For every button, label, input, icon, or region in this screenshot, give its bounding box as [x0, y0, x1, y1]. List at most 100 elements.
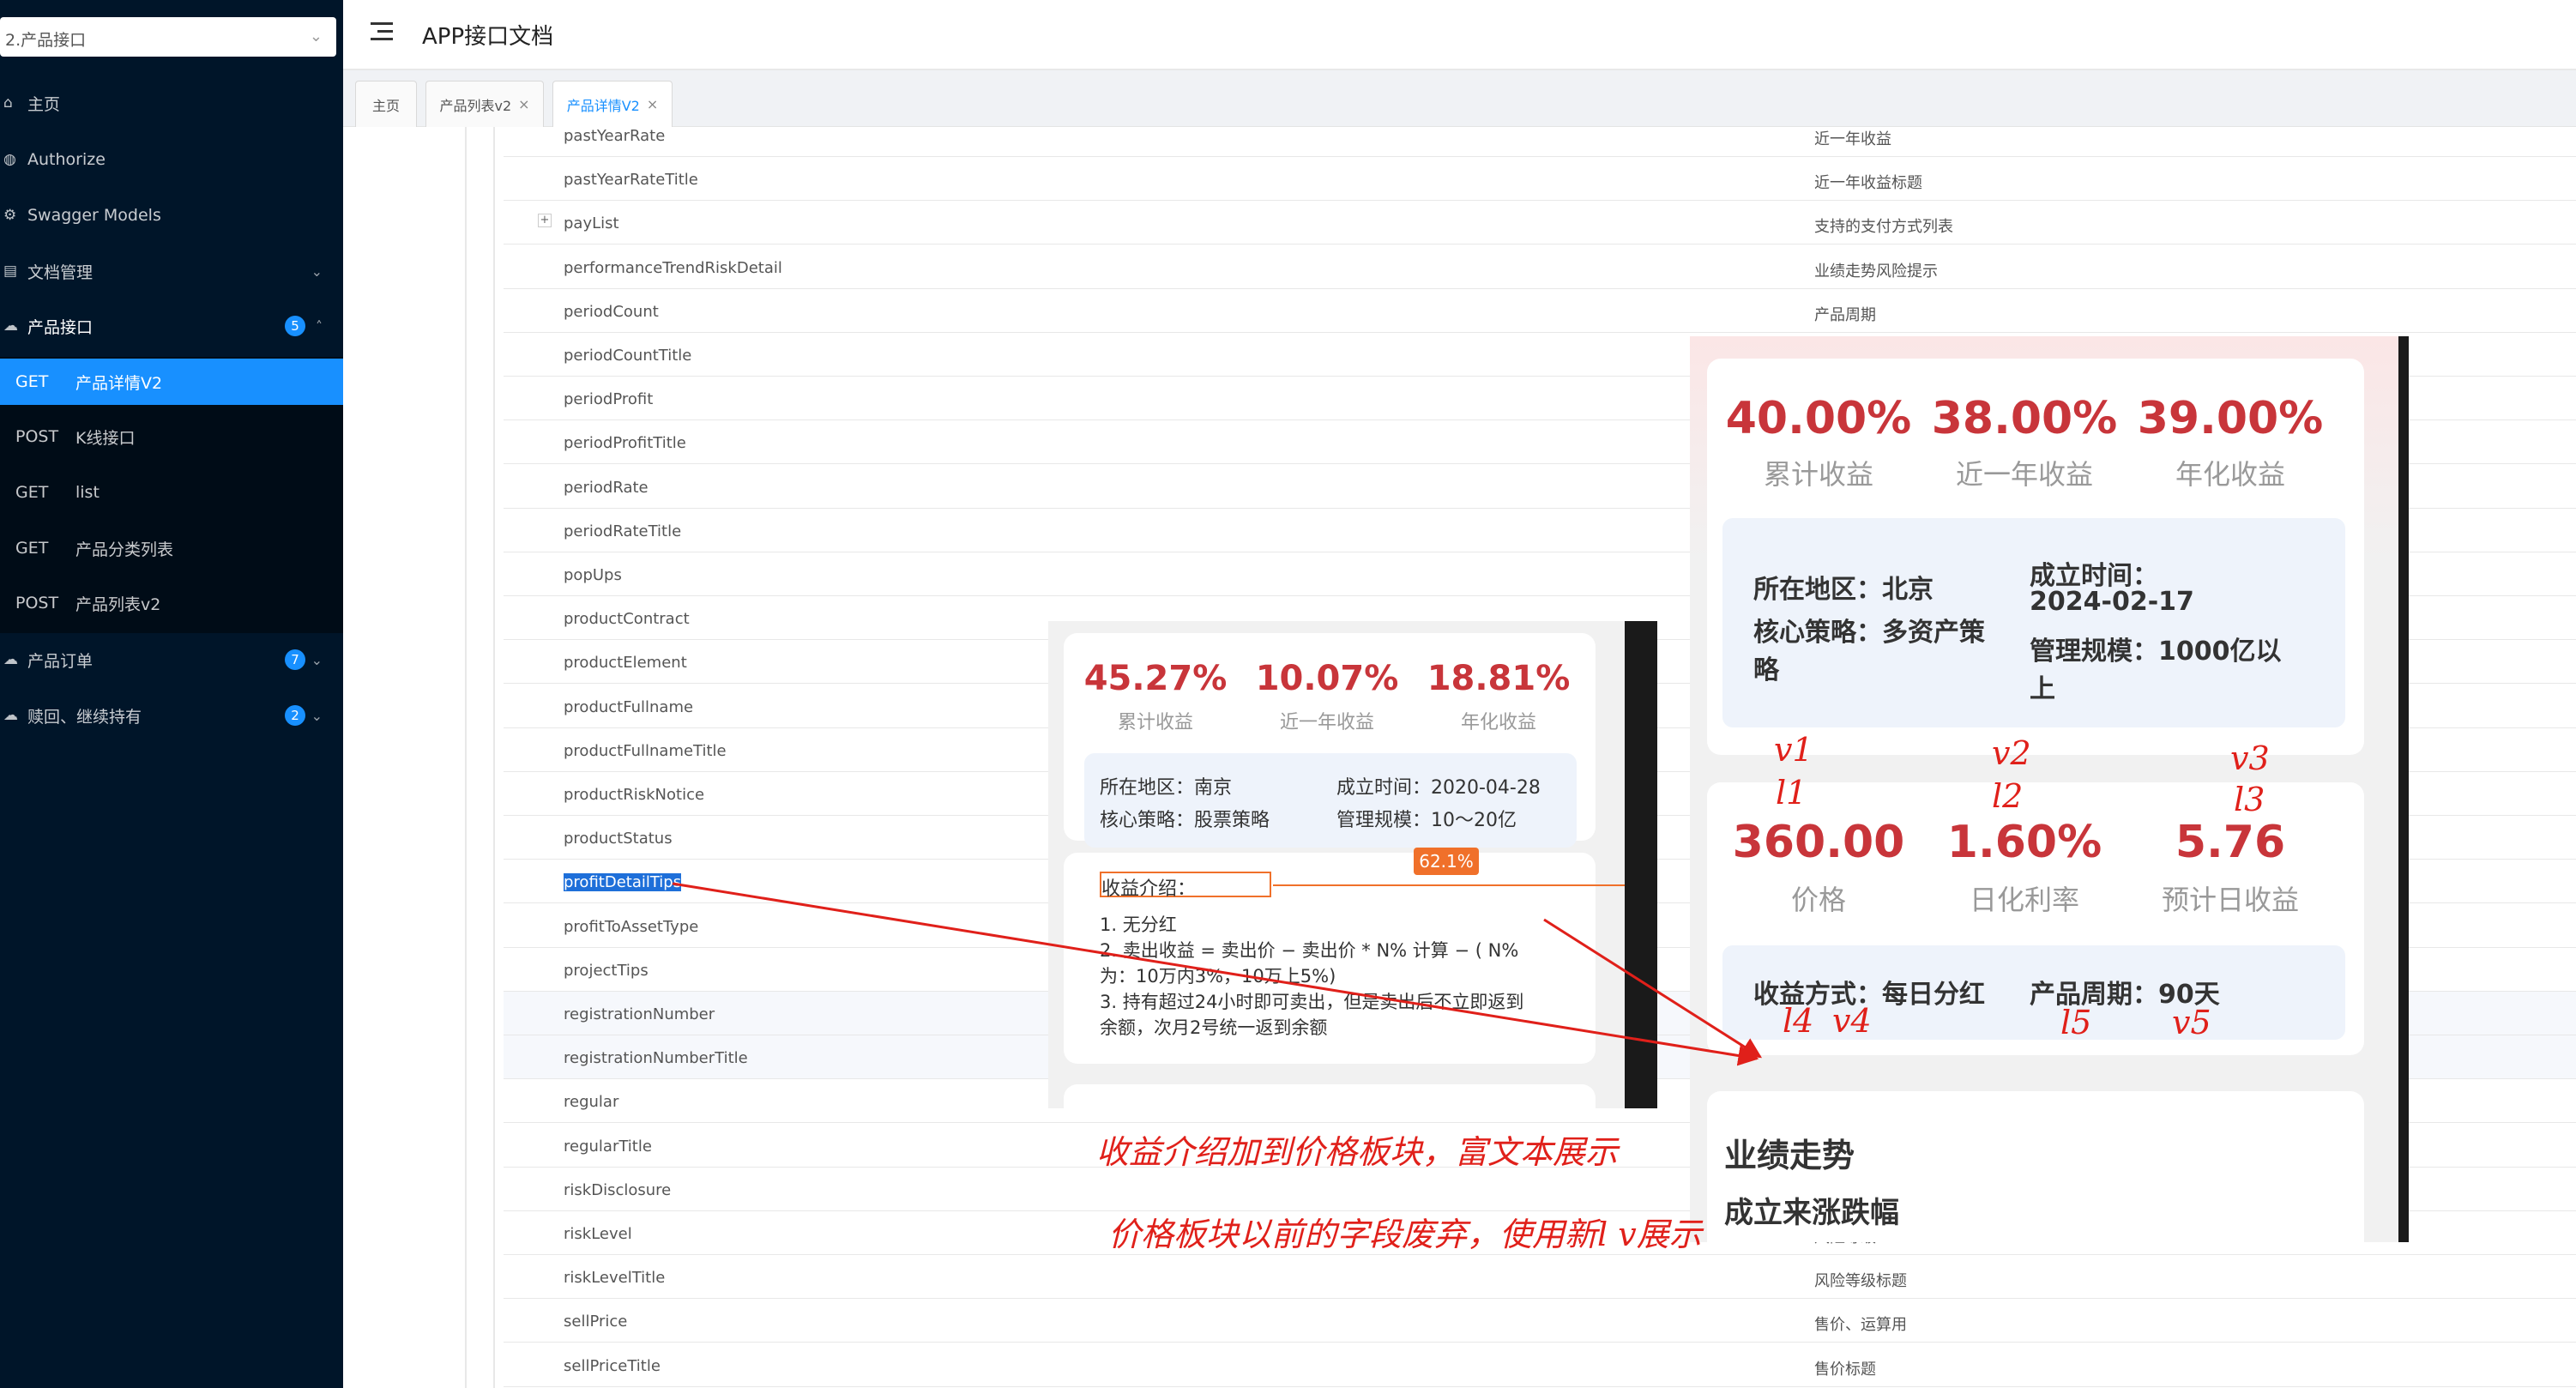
table-row[interactable]: riskLevelTitle风险等级标题s — [504, 1255, 2576, 1300]
param-description: 支持的支付方式列表 — [1814, 218, 1953, 237]
intro-line: 余额，次月2号统一返到余额 — [1100, 1017, 1328, 1038]
stat-value: 18.81% — [1427, 659, 1571, 698]
table-row[interactable]: pastYearRateTitle近一年收益标题s — [504, 157, 2576, 202]
tab-label: 主页 — [371, 97, 400, 114]
cloud-icon: ☁ — [3, 707, 18, 724]
expand-icon[interactable]: + — [538, 214, 552, 228]
table-row[interactable]: sellPriceTitle售价标题s — [504, 1343, 2576, 1387]
stat-label: 近一年收益 — [1955, 458, 2093, 491]
param-name: productRiskNotice — [564, 786, 705, 804]
param-name: profitDetailTips — [564, 873, 682, 892]
menu-label: 产品接口 — [27, 317, 94, 337]
tab-home[interactable]: 主页 — [355, 81, 417, 127]
submenu-label: 产品列表v2 — [75, 594, 161, 614]
param-description: 产品周期 — [1814, 305, 1876, 324]
annotation-l5: l5 — [2060, 1004, 2092, 1041]
submenu-label: 产品分类列表 — [75, 540, 174, 559]
stat-label: 近一年收益 — [1279, 712, 1374, 733]
close-icon[interactable]: × — [518, 96, 529, 112]
table-row[interactable]: +payList支持的支付方式列表a — [504, 201, 2576, 245]
sidebar: 2.产品接口 ⌄ ⌂ 主页 ◍ Authorize ⚙ Swagger Mode… — [0, 0, 343, 1388]
submenu-item-category-list[interactable]: GET 产品分类列表 — [0, 525, 343, 571]
scroll-edge — [2398, 336, 2409, 1242]
param-description: 风险等级标题 — [1814, 1272, 1907, 1291]
info-box — [1084, 753, 1577, 848]
menu-product-api[interactable]: ☁ 产品接口 5 ˄ — [0, 299, 343, 353]
menu-home[interactable]: ⌂ 主页 — [0, 75, 343, 130]
strategy-text: 核心策略：股票策略 — [1100, 810, 1270, 831]
submenu-item-list[interactable]: GET list — [0, 469, 343, 516]
price-label: 价格 — [1790, 884, 1846, 916]
param-name: regularTitle — [564, 1137, 652, 1156]
menu-label: 产品订单 — [27, 651, 94, 671]
count-badge: 2 — [285, 705, 305, 726]
intro-line: 2. 卖出收益 = 卖出价 − 卖出价 * N% 计算 − ( N% — [1100, 940, 1519, 961]
region-text: 所在地区：南京 — [1100, 777, 1233, 799]
authorize-icon: ◍ — [3, 151, 16, 168]
menu-docs[interactable]: ▤ 文档管理 ⌄ — [0, 244, 343, 299]
param-name: productFullname — [564, 697, 694, 716]
param-name: profitToAssetType — [564, 917, 699, 936]
intro-line: 为：10万内3%，10万上5%) — [1100, 966, 1336, 987]
trend-title: 业绩走势 — [1724, 1137, 1855, 1174]
menu-swagger-models[interactable]: ⚙ Swagger Models — [0, 188, 343, 243]
submenu-item-product-detail-v2[interactable]: GET 产品详情V2 — [0, 359, 343, 405]
stat-value: 10.07% — [1255, 659, 1399, 698]
param-name: periodRateTitle — [564, 522, 682, 540]
tab-label: 产品列表v2 — [439, 97, 512, 114]
menu-authorize[interactable]: ◍ Authorize — [0, 132, 343, 187]
tab-bar: 主页 产品列表v2 × 产品详情V2 × — [343, 70, 2576, 127]
annotation-note-1: 收益介绍加到价格板块，富文本展示 — [1096, 1133, 1619, 1171]
menu-redeem[interactable]: ☁ 赎回、继续持有 2 ⌄ — [0, 688, 343, 743]
tab-label: 产品详情V2 — [566, 97, 640, 114]
count-badge: 7 — [285, 649, 305, 670]
table-row[interactable]: sellPrice售价、运算用r — [504, 1299, 2576, 1343]
annotation-note-2: 价格板块以前的字段废弃，使用新l v展示 — [1108, 1216, 1702, 1253]
tab-product-list-v2[interactable]: 产品列表v2 × — [425, 81, 544, 127]
rate-value: 1.60% — [1946, 817, 2102, 868]
stat-value: 38.00% — [1931, 393, 2118, 444]
trend-subtitle: 成立来涨跌幅 — [1724, 1196, 1899, 1230]
stat-value: 39.00% — [2137, 393, 2324, 444]
param-name: periodCount — [564, 302, 659, 321]
scale-text-wrap: 上 — [2030, 674, 2055, 704]
stat-value: 40.00% — [1725, 393, 1912, 444]
founded-text: 成立时间：2020-04-28 — [1336, 777, 1541, 799]
models-icon: ⚙ — [3, 207, 17, 224]
table-row[interactable]: performanceTrendRiskDetail业绩走势风险提示s — [504, 245, 2576, 289]
tab-product-detail-v2[interactable]: 产品详情V2 × — [552, 81, 673, 127]
chevron-down-icon: ⌄ — [311, 651, 323, 668]
table-row[interactable]: pastYearRate近一年收益r — [504, 127, 2576, 157]
rate-label: 日化利率 — [1969, 884, 2079, 916]
param-name: regular — [564, 1093, 619, 1112]
http-method: POST — [15, 427, 59, 446]
next-card — [1064, 1084, 1596, 1108]
submenu-item-product-list-v2[interactable]: POST 产品列表v2 — [0, 580, 343, 626]
price-value: 360.00 — [1732, 817, 1905, 868]
cloud-icon: ☁ — [3, 651, 18, 668]
screenshot-old-detail: 45.27% 累计收益 10.07% 近一年收益 18.81% 年化收益 所在地… — [1048, 621, 1657, 1108]
project-select-value: 2.产品接口 — [5, 31, 87, 50]
daily-profit-value: 5.76 — [2175, 817, 2286, 868]
stat-value: 45.27% — [1083, 659, 1228, 698]
menu-toggle-icon[interactable] — [371, 22, 393, 45]
chevron-down-icon: ⌄ — [309, 27, 323, 45]
project-select[interactable]: 2.产品接口 ⌄ — [0, 17, 336, 57]
table-row[interactable]: periodCount产品周期s — [504, 289, 2576, 333]
table-divider — [493, 127, 495, 1388]
docs-icon: ▤ — [3, 263, 18, 280]
param-name: sellPrice — [564, 1313, 628, 1331]
param-name: periodProfitTitle — [564, 434, 686, 453]
param-name: popUps — [564, 566, 622, 584]
menu-label: 赎回、继续持有 — [27, 707, 142, 727]
menu-product-orders[interactable]: ☁ 产品订单 7 ⌄ — [0, 632, 343, 687]
annotation-l2: l2 — [1992, 777, 2024, 815]
stat-label: 累计收益 — [1763, 458, 1873, 491]
submenu-item-kline[interactable]: POST K线接口 — [0, 413, 343, 460]
close-icon[interactable]: × — [647, 96, 658, 112]
http-method: GET — [15, 483, 49, 502]
annotation-v4: v4 — [1832, 1002, 1872, 1040]
table-divider — [465, 127, 467, 1388]
param-name: productFullnameTitle — [564, 741, 727, 760]
param-name: registrationNumber — [564, 1005, 715, 1023]
